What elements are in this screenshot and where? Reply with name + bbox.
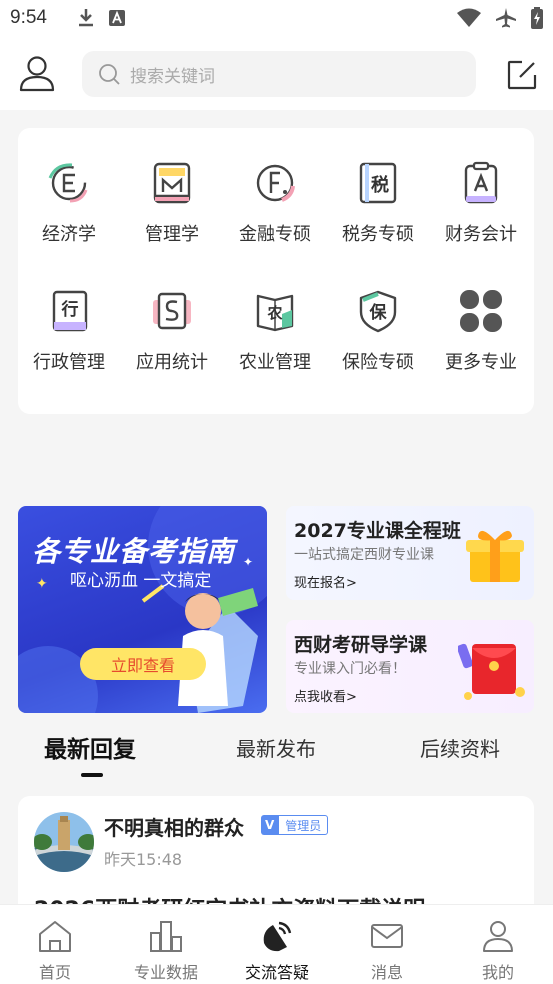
finance-f-icon — [256, 164, 295, 202]
avatar[interactable] — [34, 812, 94, 872]
accounting-a-icon — [464, 161, 498, 204]
gift-box-icon — [466, 530, 524, 582]
economics-e-icon — [48, 163, 88, 203]
promo-subtitle: 一站式搞定西财专业课 — [294, 547, 434, 563]
user-profile-icon[interactable] — [18, 54, 56, 92]
nav-label: 专业数据 — [133, 963, 198, 982]
tab-latest-reply[interactable]: 最新回复 — [44, 730, 136, 764]
category-grid: 经济学 管理学 金融专硕 税 税务专硕 财务会计 行 行政管理 应用统计 农 农… — [18, 128, 534, 414]
category-label: 税务专硕 — [342, 224, 414, 245]
category-finance[interactable]: 金融专硕 — [225, 160, 325, 246]
more-grid-icon — [460, 290, 502, 332]
category-label: 农业管理 — [239, 352, 311, 373]
red-envelope-icon — [458, 643, 525, 700]
category-management[interactable]: 管理学 — [122, 160, 222, 246]
category-label: 保险专硕 — [342, 352, 414, 373]
nav-profile[interactable]: 我的 — [448, 919, 548, 983]
nav-home[interactable]: 首页 — [5, 919, 105, 983]
nav-label: 交流答疑 — [244, 963, 309, 982]
search-placeholder: 搜索关键词 — [130, 66, 215, 87]
search-input[interactable]: 搜索关键词 — [82, 51, 476, 97]
svg-text:农: 农 — [266, 304, 282, 322]
category-tax[interactable]: 税 税务专硕 — [328, 160, 428, 246]
category-economics[interactable]: 经济学 — [19, 160, 119, 246]
nav-discussion[interactable]: 交流答疑 — [227, 919, 327, 983]
promo-title: 西财考研导学课 — [294, 634, 428, 656]
promo-title: 2027专业课全程班 — [294, 520, 461, 542]
nav-label: 首页 — [38, 963, 71, 982]
promo-subtitle: 专业课入门必看！ — [294, 661, 406, 677]
tax-icon: 税 — [359, 162, 397, 204]
feed-tabs: 最新回复 最新发布 后续资料 — [0, 720, 553, 780]
battery-charging-icon — [531, 7, 543, 29]
download-icon — [78, 9, 93, 27]
banner-title: 各专业备考指南 — [32, 535, 236, 568]
category-insurance[interactable]: 保 保险专硕 — [328, 288, 428, 374]
signup-link[interactable]: 现在报名> — [294, 572, 357, 591]
management-m-icon — [153, 162, 191, 204]
font-a-icon — [108, 10, 125, 26]
svg-text:✦: ✦ — [243, 555, 253, 569]
svg-text:行: 行 — [61, 299, 79, 320]
nav-label: 我的 — [481, 963, 514, 982]
category-more[interactable]: 更多专业 — [431, 288, 531, 374]
category-label: 更多专业 — [445, 352, 517, 373]
svg-text:保: 保 — [369, 302, 388, 323]
administration-icon: 行 — [52, 290, 88, 332]
admin-badge: V 管理员 — [261, 815, 329, 835]
vip-icon: V — [261, 815, 279, 835]
author-name[interactable]: 不明真相的群众 — [104, 812, 244, 841]
post-card[interactable]: 不明真相的群众 V 管理员 昨天15:48 2026西财考研红宝书补充资料下载说… — [18, 796, 534, 916]
profile-icon — [483, 921, 513, 952]
bottom-navigation: 首页 专业数据 交流答疑 消息 我的 — [0, 904, 553, 984]
compose-edit-icon[interactable] — [506, 59, 538, 91]
statistics-s-icon — [153, 292, 191, 330]
nav-label: 消息 — [370, 963, 403, 982]
category-statistics[interactable]: 应用统计 — [122, 288, 222, 374]
bar-chart-icon — [150, 921, 182, 952]
airplane-icon — [496, 8, 516, 28]
post-time: 昨天15:48 — [104, 850, 183, 869]
category-label: 应用统计 — [136, 352, 208, 373]
status-time: 9:54 — [10, 7, 47, 28]
agriculture-icon: 农 — [256, 294, 294, 332]
category-accounting[interactable]: 财务会计 — [431, 160, 531, 246]
status-bar: 9:54 — [0, 0, 553, 36]
banner-subtitle: 呕心沥血 一文搞定 — [70, 571, 212, 591]
tab-follow-up-materials[interactable]: 后续资料 — [420, 733, 500, 762]
category-label: 管理学 — [145, 224, 199, 245]
mail-icon — [371, 924, 403, 948]
category-label: 行政管理 — [33, 352, 105, 373]
category-label: 金融专硕 — [239, 224, 311, 245]
insurance-shield-icon: 保 — [359, 290, 397, 333]
role-label: 管理员 — [278, 815, 329, 835]
full-course-promo[interactable]: 2027专业课全程班 一站式搞定西财专业课 现在报名> — [286, 506, 534, 600]
guide-banner[interactable]: ✦ ✦ 各专业备考指南 呕心沥血 一文搞定 立即查看 — [18, 506, 267, 713]
category-label: 经济学 — [42, 224, 96, 245]
category-label: 财务会计 — [445, 224, 517, 245]
active-tab-indicator — [81, 773, 103, 777]
wifi-icon — [457, 8, 481, 27]
intro-course-promo[interactable]: 西财考研导学课 专业课入门必看！ 点我收看> — [286, 620, 534, 713]
top-header: 搜索关键词 — [0, 36, 553, 110]
nav-messages[interactable]: 消息 — [337, 919, 437, 983]
view-now-button[interactable]: 立即查看 — [80, 648, 206, 680]
category-administration[interactable]: 行 行政管理 — [19, 288, 119, 374]
svg-text:税: 税 — [371, 174, 389, 196]
tab-latest-post[interactable]: 最新发布 — [236, 733, 316, 762]
home-icon — [39, 921, 71, 952]
discussion-icon — [263, 921, 292, 952]
nav-major-data[interactable]: 专业数据 — [116, 919, 216, 983]
watch-link[interactable]: 点我收看> — [294, 686, 357, 705]
search-icon — [99, 64, 120, 85]
svg-text:✦: ✦ — [36, 576, 48, 592]
category-agriculture[interactable]: 农 农业管理 — [225, 288, 325, 374]
